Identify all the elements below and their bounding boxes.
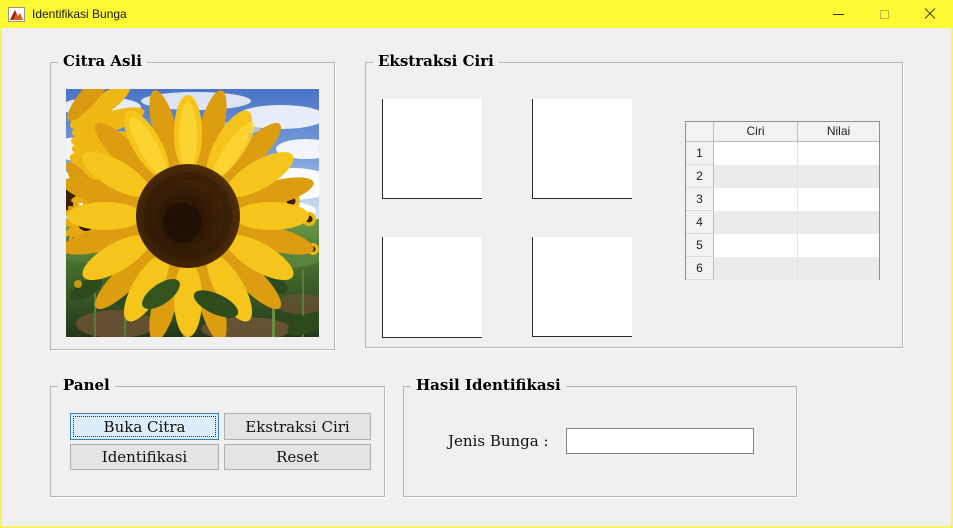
app-window: Identifikasi Bunga Citra Asli Ekstraksi … <box>0 0 953 528</box>
panel-hasil-title: Hasil Identifikasi <box>411 376 566 394</box>
figure-background: Citra Asli Ekstraksi Ciri Ciri Nilai 1 2… <box>2 28 951 526</box>
maximize-button <box>861 0 907 28</box>
cell-nilai <box>798 211 879 234</box>
reset-button[interactable]: Reset <box>224 444 371 470</box>
table-row: 1 <box>686 142 879 165</box>
cell-ciri <box>714 234 798 257</box>
cell-nilai <box>798 234 879 257</box>
cell-nilai <box>798 188 879 211</box>
row-number: 6 <box>686 257 714 280</box>
table-row: 4 <box>686 211 879 234</box>
table-row: 6 <box>686 257 879 280</box>
cell-ciri <box>714 142 798 165</box>
titlebar[interactable]: Identifikasi Bunga <box>0 0 953 28</box>
feature-axes-1 <box>382 99 482 199</box>
feature-axes-4 <box>532 237 632 337</box>
identifikasi-button[interactable]: Identifikasi <box>70 444 219 470</box>
window-title: Identifikasi Bunga <box>32 7 127 21</box>
table-header-nilai: Nilai <box>826 124 851 138</box>
panel-buttons: Panel Buka Citra Ekstraksi Ciri Identifi… <box>50 376 385 497</box>
minimize-icon <box>832 13 844 15</box>
cell-nilai <box>798 142 879 165</box>
row-number: 1 <box>686 142 714 165</box>
feature-axes-2 <box>532 99 632 199</box>
feature-axes-3 <box>382 237 482 338</box>
cell-nilai <box>798 257 879 280</box>
buka-citra-button[interactable]: Buka Citra <box>70 413 219 440</box>
table-corner-cell <box>686 122 714 141</box>
row-number: 2 <box>686 165 714 188</box>
panel-buttons-title: Panel <box>58 376 115 394</box>
table-header-ciri: Ciri <box>714 122 798 141</box>
cell-ciri <box>714 188 798 211</box>
close-button[interactable] <box>907 0 953 28</box>
panel-hasil-identifikasi: Hasil Identifikasi Jenis Bunga : <box>403 376 797 497</box>
row-number: 3 <box>686 188 714 211</box>
minimize-button[interactable] <box>815 0 861 28</box>
ekstraksi-ciri-button[interactable]: Ekstraksi Ciri <box>224 413 371 440</box>
row-number: 5 <box>686 234 714 257</box>
panel-citra-asli: Citra Asli <box>50 52 335 350</box>
jenis-bunga-label: Jenis Bunga : <box>448 432 549 450</box>
panel-ekstraksi-ciri: Ekstraksi Ciri Ciri Nilai 1 2 3 4 5 6 <box>365 52 903 348</box>
panel-ekstraksi-ciri-title: Ekstraksi Ciri <box>373 52 499 70</box>
panel-citra-asli-title: Citra Asli <box>58 52 147 70</box>
cell-ciri <box>714 257 798 280</box>
row-number: 4 <box>686 211 714 234</box>
close-icon <box>924 8 936 20</box>
cell-ciri <box>714 165 798 188</box>
sunflower-photo <box>66 89 319 337</box>
jenis-bunga-field[interactable] <box>566 428 754 454</box>
maximize-icon <box>879 9 889 19</box>
table-row: 2 <box>686 165 879 188</box>
table-row: 3 <box>686 188 879 211</box>
table-row: 5 <box>686 234 879 257</box>
table-header-row: Ciri Nilai <box>686 122 879 142</box>
cell-nilai <box>798 165 879 188</box>
feature-table[interactable]: Ciri Nilai 1 2 3 4 5 6 <box>685 121 880 280</box>
matlab-logo-icon <box>8 6 25 22</box>
cell-ciri <box>714 211 798 234</box>
